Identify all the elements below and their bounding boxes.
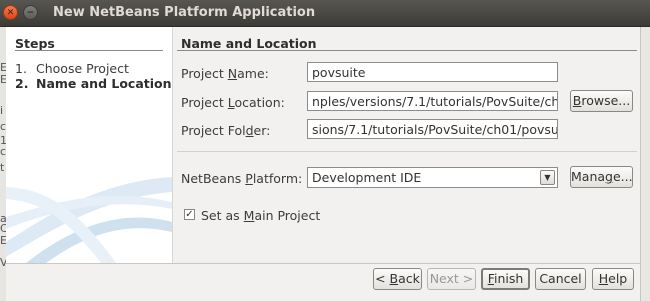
steps-divider (15, 50, 163, 51)
window-titlebar[interactable]: ✕ − New NetBeans Platform Application (0, 0, 650, 27)
project-folder-input[interactable]: sions/7.1/tutorials/PovSuite/ch01/povsui… (307, 119, 558, 139)
minimize-window-button[interactable]: − (23, 5, 38, 20)
netbeans-swoosh-graphic (6, 177, 172, 263)
netbeans-platform-select[interactable]: Development IDE ▼ (307, 167, 558, 188)
step-number: 1. (15, 61, 27, 76)
manage-button[interactable]: Manage... (570, 166, 633, 188)
project-name-label: Project Name: (181, 66, 269, 81)
steps-panel: Steps 1. Choose Project 2. Name and Locati… (6, 27, 173, 263)
window-right-frame (640, 27, 650, 301)
project-name-input[interactable]: povsuite (307, 62, 558, 82)
step-label: Name and Location (36, 76, 172, 91)
button-bar-separator (6, 263, 650, 264)
step-number: 2. (15, 76, 29, 91)
step-name-and-location: 2. Name and Location (15, 76, 172, 91)
project-folder-label: Project Folder: (181, 123, 271, 138)
netbeans-platform-label: NetBeans Platform: (181, 171, 303, 186)
next-button[interactable]: Next > (427, 268, 476, 290)
background-text: t (0, 161, 5, 174)
browse-button[interactable]: Browse... (570, 90, 633, 112)
section-title: Name and Location (181, 36, 317, 51)
close-icon: ✕ (6, 8, 15, 18)
project-location-input[interactable]: nples/versions/7.1/tutorials/PovSuite/ch… (307, 91, 558, 111)
background-text: i (0, 104, 4, 117)
project-location-label: Project Location: (181, 95, 285, 110)
minimize-icon: − (26, 8, 35, 18)
help-button[interactable]: Help (592, 268, 634, 290)
checkmark-icon: ✓ (185, 209, 194, 220)
window-title: New NetBeans Platform Application (53, 5, 316, 20)
back-button[interactable]: < Back (373, 268, 422, 290)
platform-selected-value: Development IDE (312, 170, 422, 185)
chevron-down-icon[interactable]: ▼ (540, 170, 555, 185)
section-divider (177, 50, 637, 51)
steps-title: Steps (15, 36, 55, 51)
step-label: Choose Project (36, 61, 129, 76)
section-separator (177, 151, 637, 152)
finish-button[interactable]: Finish (481, 268, 530, 290)
set-main-project-checkbox[interactable]: ✓ (184, 209, 195, 220)
step-choose-project: 1. Choose Project (15, 61, 129, 76)
close-window-button[interactable]: ✕ (3, 5, 18, 20)
set-main-project-label[interactable]: Set as Main Project (201, 208, 320, 223)
cancel-button[interactable]: Cancel (535, 268, 586, 290)
